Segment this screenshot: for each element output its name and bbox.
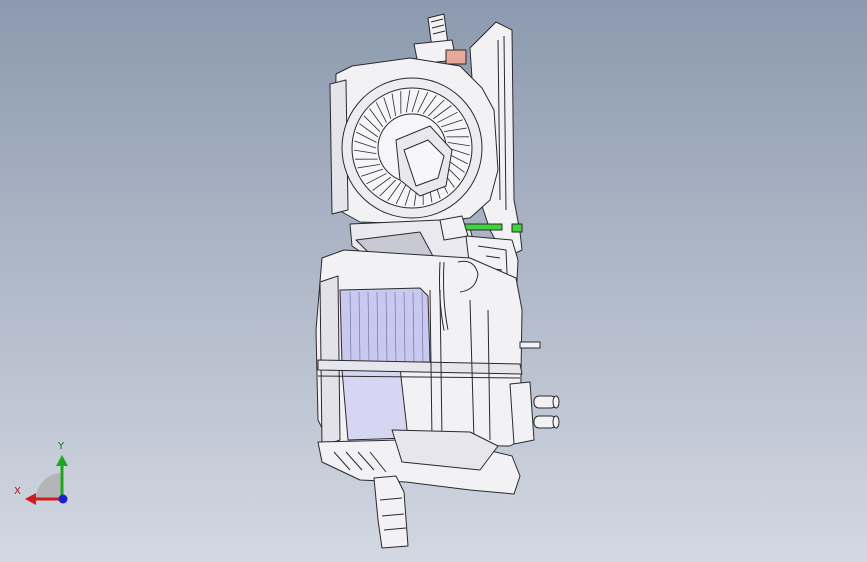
evaporator-core-lower	[341, 367, 409, 441]
model-scene[interactable]	[0, 0, 867, 562]
triad-y-label: Y	[58, 441, 65, 452]
side-pin	[519, 341, 541, 349]
triad-x-label: X	[14, 486, 21, 497]
triad-z-axis	[58, 494, 68, 504]
cad-viewport[interactable]: Y X	[0, 0, 867, 562]
evaporator-core[interactable]	[339, 287, 431, 365]
